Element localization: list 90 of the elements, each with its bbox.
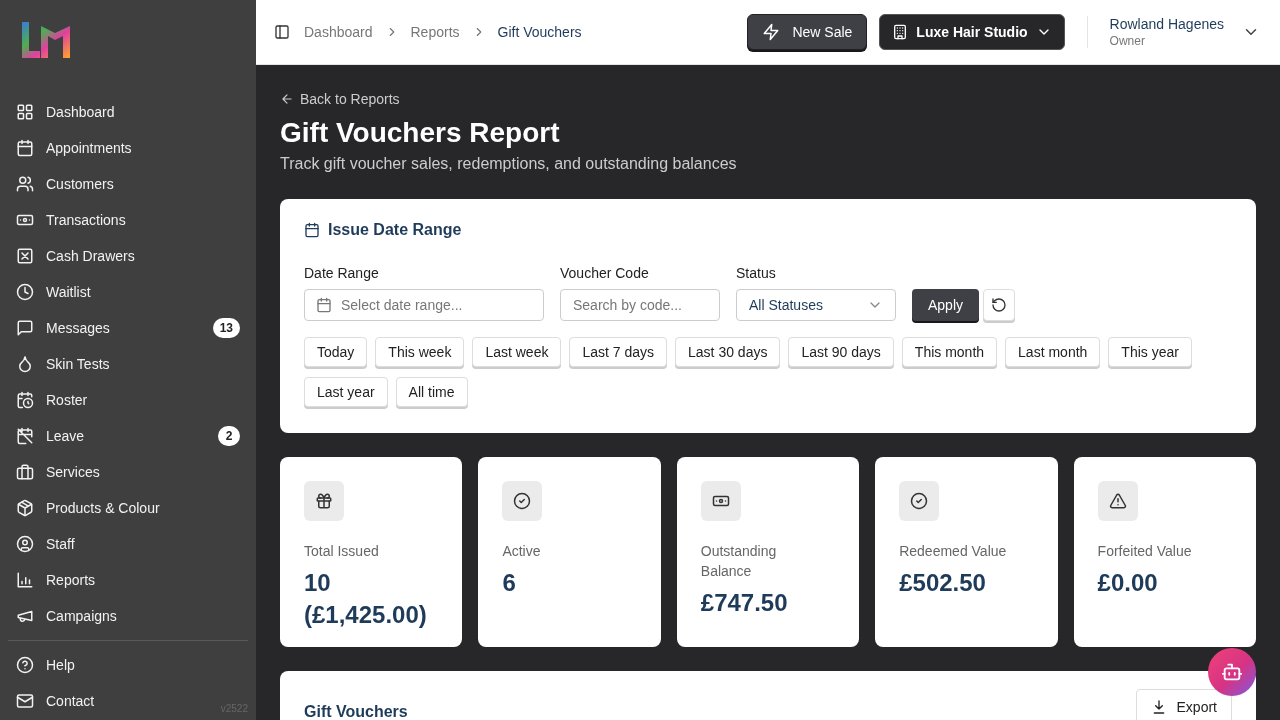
users-icon [16,175,34,193]
mail-icon [16,692,34,710]
back-link[interactable]: Back to Reports [280,91,400,107]
help-icon [16,656,34,674]
field-label: Date Range [304,265,380,281]
preset-button[interactable]: Last month [1005,337,1101,367]
card-title: Gift Vouchers [304,703,408,720]
sidebar-item[interactable]: Appointments [8,130,248,166]
sidebar-item[interactable]: Reports [8,562,248,598]
preset-button[interactable]: Last year [304,377,388,407]
user-role: Owner [1109,34,1146,48]
stat-label: Total Issued [304,542,380,561]
sidebar-item[interactable]: Dashboard [8,94,248,130]
user-menu[interactable]: Rowland Hagenes Owner [1109,16,1260,48]
page-subtitle: Track gift voucher sales, redemptions, and outstanding balances [280,155,738,173]
business-selector[interactable]: Luxe Hair Studio [879,14,1065,50]
sidebar-item[interactable]: Transactions [8,202,248,238]
sidebar-item[interactable]: Help [8,647,204,683]
stat-value: £502.50 [899,568,987,598]
stat-value: £747.50 [700,588,789,618]
assistant-button[interactable] [1208,648,1256,696]
sidebar-item[interactable]: Skin Tests [8,346,248,382]
arrow-left-icon [280,92,294,106]
field-label: Status [736,265,777,281]
sidebar-item[interactable]: Roster [8,382,248,418]
message-icon [16,319,34,337]
stat-value: £0.00 [1097,568,1159,598]
user-circle-icon [16,535,34,553]
sidebar-item[interactable]: Customers [8,166,248,202]
sidebar-item[interactable]: Contact [8,683,204,719]
calendar-off-icon [16,427,34,445]
breadcrumb-link[interactable]: Reports [410,24,460,40]
stat-label: Forfeited Value [1097,542,1193,561]
stat-value: 10 (£1,425.00) [304,568,428,630]
calendar-clock-icon [16,391,34,409]
apply-button[interactable]: Apply [912,289,980,321]
preset-button[interactable]: Last 7 days [569,337,668,367]
count-badge: 2 [218,426,240,446]
status-select[interactable]: All Statuses [736,289,896,321]
sidebar-item[interactable]: Cash Drawers [8,238,248,274]
breadcrumb-link[interactable]: Dashboard [304,24,373,40]
calendar-icon [16,139,34,157]
new-sale-button[interactable]: New Sale [747,14,868,50]
sidebar-item[interactable]: Staff [8,526,248,562]
preset-button[interactable]: Last 90 days [788,337,894,367]
lightning-icon [762,23,781,41]
gift-icon [315,492,333,510]
breadcrumb-link[interactable]: Gift Vouchers [497,24,582,40]
voucher-code-field[interactable]: Search by code... [560,289,720,321]
reset-button[interactable] [983,289,1016,321]
clock-icon [16,283,34,301]
preset-button[interactable]: This year [1108,337,1192,367]
date-range-field[interactable]: Select date range... [304,289,544,321]
sidebar-toggle[interactable] [272,22,292,42]
stat-label: Outstanding Balance [700,542,778,581]
sidebar-item[interactable]: Services [8,454,248,490]
preset-button[interactable]: This week [375,337,465,367]
preset-button[interactable]: Last 30 days [675,337,781,367]
export-button[interactable]: Export [1135,689,1232,720]
package-icon [16,499,34,517]
count-badge: 13 [212,318,240,338]
droplet-icon [16,355,34,373]
sidebar-item[interactable]: Messages 13 [8,310,248,346]
briefcase-icon [16,463,34,481]
sidebar-toggle-icon [274,24,290,40]
reset-icon [991,297,1008,313]
sidebar-item[interactable]: Leave 2 [8,418,248,454]
calendar-icon [304,222,320,238]
check-circle-icon [910,492,929,510]
preset-button[interactable]: All time [395,377,468,407]
sidebar-item[interactable]: Waitlist [8,274,248,310]
stat-label: Active [502,542,542,561]
page-title: Gift Vouchers Report [280,117,561,149]
bar-chart-icon [16,571,34,589]
grid-icon [16,103,34,121]
field-label: Voucher Code [560,265,650,281]
user-name: Rowland Hagenes [1109,16,1224,32]
preset-button[interactable]: Today [304,337,368,367]
sidebar-item[interactable]: Campaigns [8,598,248,634]
preset-button[interactable]: Last week [472,337,562,367]
stat-label: Redeemed Value [899,542,1008,561]
building-icon [892,24,909,40]
stat-value: 6 [502,568,517,598]
card-title: Issue Date Range [328,221,462,239]
robot-icon [1221,661,1243,683]
sidebar-item[interactable]: Products & Colour [8,490,248,526]
box-x-icon [16,247,34,265]
preset-button[interactable]: This month [901,337,998,367]
check-circle-icon [513,492,532,510]
warning-icon [1108,492,1127,510]
